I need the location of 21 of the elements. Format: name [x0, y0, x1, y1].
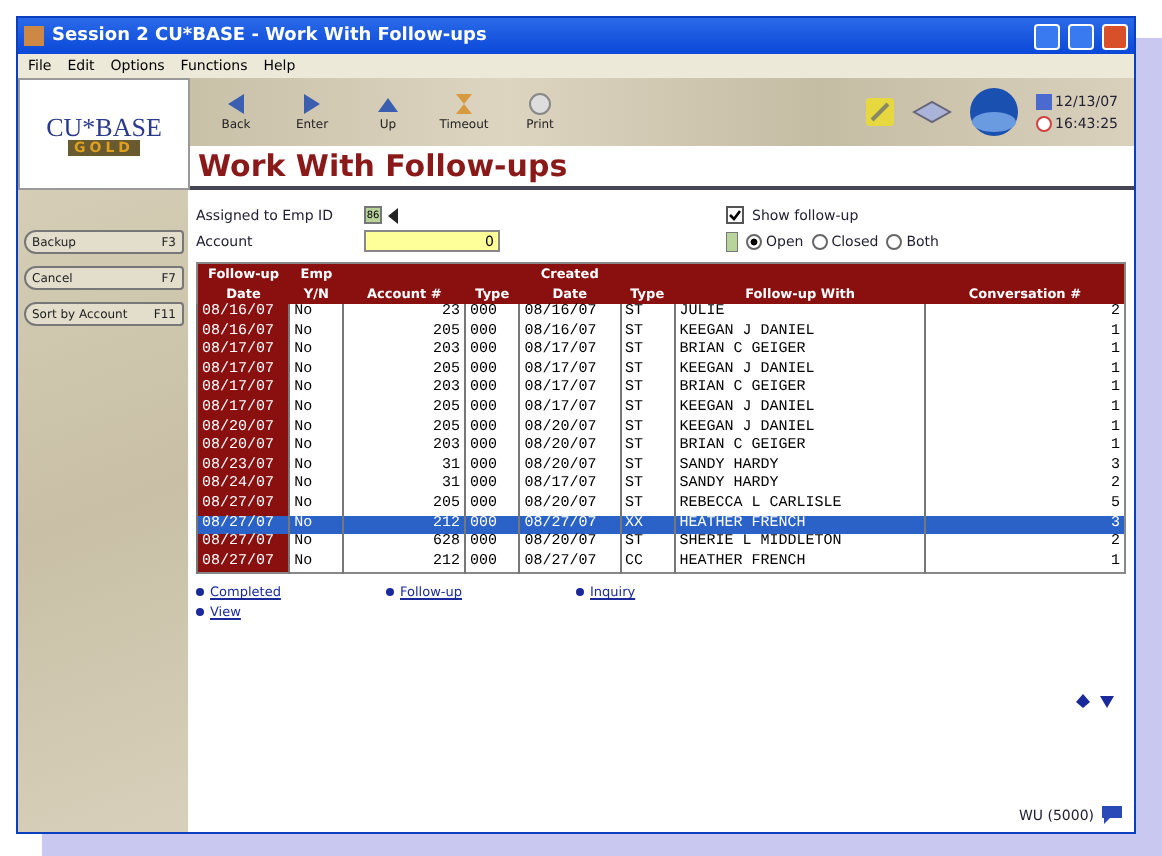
right-arrow-icon [300, 92, 324, 116]
close-button[interactable] [1102, 23, 1128, 49]
flag-icon [726, 231, 738, 251]
scroll-down-icon[interactable] [1100, 694, 1114, 708]
globe-icon[interactable] [967, 86, 1020, 138]
maximize-button[interactable] [1068, 23, 1094, 49]
show-follow-up-checkbox[interactable] [726, 206, 744, 224]
stack-icon[interactable] [911, 98, 952, 126]
app-icon [24, 26, 44, 46]
chat-icon[interactable] [1102, 806, 1122, 824]
scroll-up-icon[interactable] [1076, 694, 1090, 708]
clock-icon [1035, 115, 1052, 131]
hourglass-icon [452, 92, 476, 116]
left-triangle-icon[interactable] [388, 207, 400, 223]
calendar-icon [1035, 93, 1052, 109]
left-arrow-icon [224, 92, 248, 116]
logo-name: CU*BASE [46, 113, 162, 139]
printer-icon [528, 92, 552, 116]
window-title: Session 2 CU*BASE - Work With Follow-ups [52, 26, 489, 46]
page-title: Work With Follow-ups [190, 146, 1134, 190]
minimize-button[interactable] [1034, 23, 1060, 49]
